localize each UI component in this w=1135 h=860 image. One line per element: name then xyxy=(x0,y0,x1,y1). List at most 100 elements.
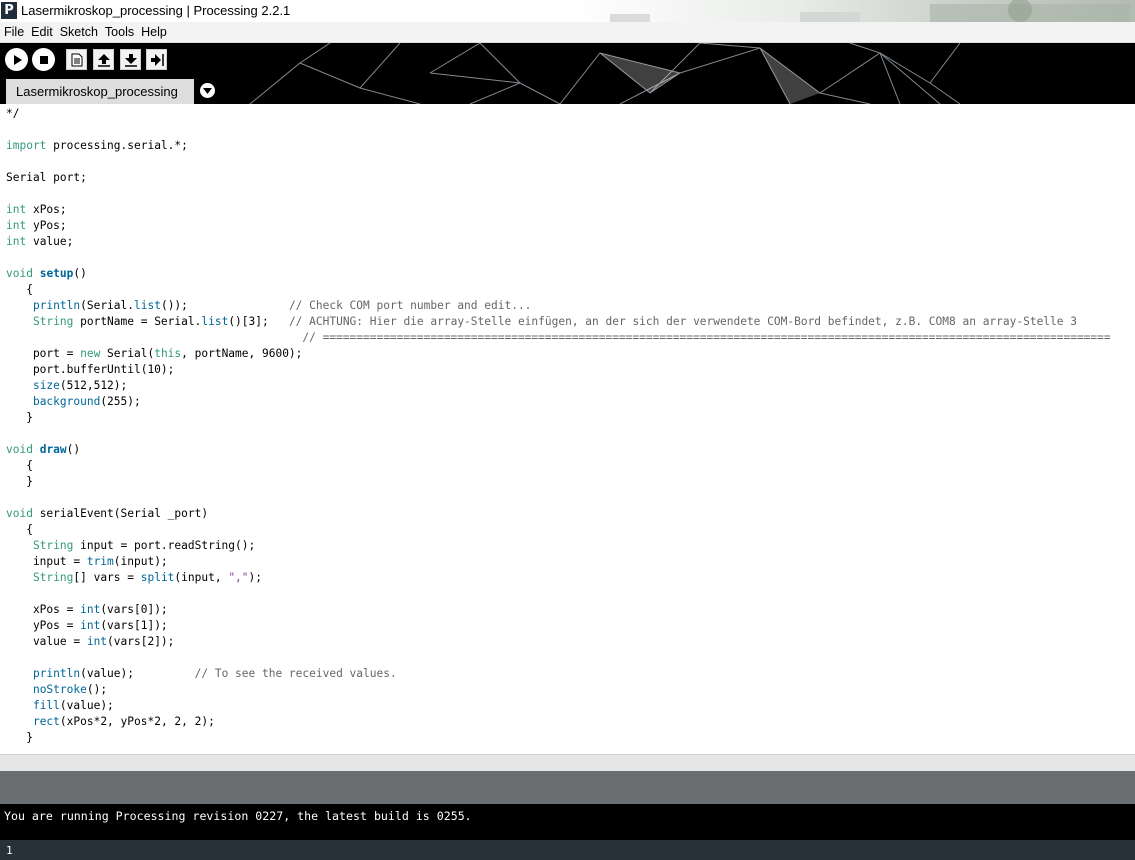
code-token: println xyxy=(32,299,81,312)
code-token: void xyxy=(6,507,33,520)
menu-edit[interactable]: Edit xyxy=(27,22,56,42)
code-line[interactable]: int value; xyxy=(6,234,1111,250)
code-line[interactable]: import processing.serial.*; xyxy=(6,138,1111,154)
code-line[interactable] xyxy=(6,154,1111,170)
code-line[interactable]: { xyxy=(6,282,1111,298)
run-icon xyxy=(13,54,22,65)
code-token: ()[3]; xyxy=(228,315,289,328)
code-token: // To see the received values. xyxy=(194,667,397,680)
code-text[interactable]: */ import processing.serial.*; Serial po… xyxy=(6,106,1111,746)
menu-file[interactable]: File xyxy=(0,22,27,42)
code-line[interactable]: println(value); // To see the received v… xyxy=(6,666,1111,682)
code-line[interactable]: size(512,512); xyxy=(6,378,1111,394)
code-line[interactable]: port.bufferUntil(10); xyxy=(6,362,1111,378)
code-token: () xyxy=(73,267,87,280)
chevron-down-icon xyxy=(203,87,212,94)
code-line[interactable]: { xyxy=(6,458,1111,474)
code-line[interactable]: String input = port.readString(); xyxy=(6,538,1111,554)
code-token: new xyxy=(80,347,101,360)
run-button[interactable] xyxy=(5,48,28,71)
code-line[interactable]: void serialEvent(Serial _port) xyxy=(6,506,1111,522)
horizontal-scrollbar[interactable] xyxy=(0,754,1135,772)
code-token: int xyxy=(86,635,108,648)
code-token: (Serial. xyxy=(80,299,134,312)
horizontal-scrollbar-thumb[interactable] xyxy=(16,759,1076,767)
code-line[interactable] xyxy=(6,250,1111,266)
code-line[interactable]: noStroke(); xyxy=(6,682,1111,698)
code-line[interactable] xyxy=(6,650,1111,666)
code-token: int xyxy=(80,619,101,632)
code-line[interactable]: } xyxy=(6,474,1111,490)
open-arrow-up-icon xyxy=(97,53,110,67)
tab-lasermikroskop-processing[interactable]: Lasermikroskop_processing xyxy=(6,79,194,104)
code-line[interactable]: String[] vars = split(input, ","); xyxy=(6,570,1111,586)
code-line[interactable]: port = new Serial(this, portName, 9600); xyxy=(6,346,1111,362)
code-token: input = port.readString(); xyxy=(73,539,256,552)
menu-tools[interactable]: Tools xyxy=(101,22,137,42)
stop-icon xyxy=(39,55,48,64)
code-line[interactable] xyxy=(6,586,1111,602)
code-line[interactable]: println(Serial.list()); // Check COM por… xyxy=(6,298,1111,314)
menu-help[interactable]: Help xyxy=(137,22,170,42)
code-editor[interactable]: */ import processing.serial.*; Serial po… xyxy=(0,104,1135,754)
code-line[interactable] xyxy=(6,426,1111,442)
code-token: { xyxy=(6,459,33,472)
menu-sketch[interactable]: Sketch xyxy=(56,22,101,42)
code-token: ()); xyxy=(160,299,289,312)
code-token: serialEvent(Serial _port) xyxy=(32,507,209,520)
code-token: list xyxy=(201,315,229,328)
new-button[interactable] xyxy=(66,49,87,70)
code-line[interactable] xyxy=(6,186,1111,202)
code-line[interactable]: } xyxy=(6,730,1111,746)
code-line[interactable] xyxy=(6,122,1111,138)
tab-menu-button[interactable] xyxy=(200,83,215,98)
code-token: } xyxy=(6,731,33,744)
code-token: { xyxy=(6,523,33,536)
code-line[interactable]: } xyxy=(6,410,1111,426)
code-token: int xyxy=(6,219,27,232)
code-token: // Check COM port number and edit... xyxy=(288,299,532,312)
code-line[interactable]: input = trim(input); xyxy=(6,554,1111,570)
new-file-icon xyxy=(71,53,82,66)
code-token: */ xyxy=(6,107,20,120)
code-token: noStroke xyxy=(32,683,87,696)
code-line[interactable]: int xPos; xyxy=(6,202,1111,218)
code-token: (value); xyxy=(80,667,195,680)
code-token: } xyxy=(6,411,33,424)
code-token: void xyxy=(6,267,33,280)
code-line[interactable]: value = int(vars[2]); xyxy=(6,634,1111,650)
code-token: int xyxy=(80,603,101,616)
menu-bar: File Edit Sketch Tools Help xyxy=(0,22,1135,43)
code-token: (255); xyxy=(100,395,141,408)
code-line[interactable]: void setup() xyxy=(6,266,1111,282)
code-line[interactable]: yPos = int(vars[1]); xyxy=(6,618,1111,634)
code-line[interactable] xyxy=(6,490,1111,506)
stop-button[interactable] xyxy=(32,48,55,71)
export-button[interactable] xyxy=(146,49,167,70)
save-button[interactable] xyxy=(120,49,141,70)
code-line[interactable]: String portName = Serial.list()[3]; // A… xyxy=(6,314,1111,330)
code-token: , portName, 9600); xyxy=(181,347,303,360)
code-line[interactable]: fill(value); xyxy=(6,698,1111,714)
code-line[interactable]: { xyxy=(6,522,1111,538)
code-line[interactable]: xPos = int(vars[0]); xyxy=(6,602,1111,618)
code-line[interactable]: */ xyxy=(6,106,1111,122)
code-line[interactable]: rect(xPos*2, yPos*2, 2, 2); xyxy=(6,714,1111,730)
code-token: (vars[0]); xyxy=(100,603,168,616)
code-token: yPos; xyxy=(26,219,67,232)
code-token: xPos; xyxy=(26,203,67,216)
message-area xyxy=(0,771,1135,804)
code-line[interactable]: void draw() xyxy=(6,442,1111,458)
code-line[interactable]: Serial port; xyxy=(6,170,1111,186)
code-line[interactable]: int yPos; xyxy=(6,218,1111,234)
code-line[interactable]: background(255); xyxy=(6,394,1111,410)
open-button[interactable] xyxy=(93,49,114,70)
code-token: this xyxy=(154,347,182,360)
code-line[interactable]: // =====================================… xyxy=(6,330,1110,346)
